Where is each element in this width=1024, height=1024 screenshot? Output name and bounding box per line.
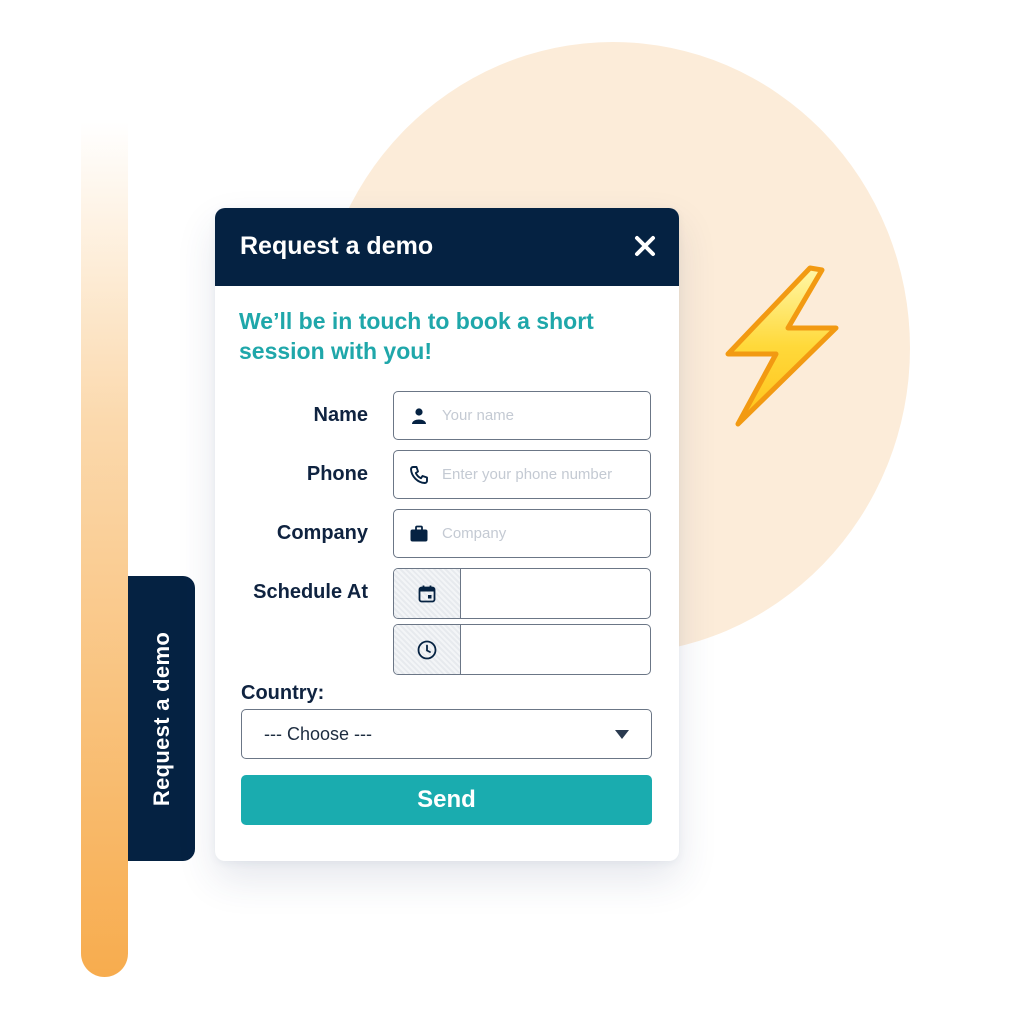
lightning-icon: [725, 265, 839, 427]
modal-header: Request a demo: [215, 208, 679, 286]
phone-input[interactable]: [442, 451, 642, 498]
schedule-label: Schedule At: [253, 581, 368, 603]
company-field-box: [393, 509, 651, 558]
caret-down-icon: [615, 730, 629, 739]
calendar-icon: [418, 585, 436, 603]
company-label: Company: [276, 522, 368, 544]
phone-icon: [410, 466, 428, 484]
name-field-box: [393, 391, 651, 440]
schedule-time-box: [393, 624, 651, 675]
request-demo-modal: Request a demo We’ll be in touch to book…: [215, 208, 679, 861]
intro-text: We’ll be in touch to book a short sessio…: [239, 308, 594, 364]
side-tab-label: Request a demo: [148, 631, 174, 806]
date-input[interactable]: [461, 569, 650, 618]
schedule-date-box: [393, 568, 651, 619]
phone-label: Phone: [306, 463, 368, 485]
send-button[interactable]: Send: [241, 775, 652, 825]
modal-title: Request a demo: [240, 232, 434, 260]
clock-icon: [417, 640, 437, 660]
date-picker-button[interactable]: [394, 569, 461, 618]
time-picker-button[interactable]: [394, 625, 461, 674]
person-icon: [412, 408, 426, 424]
country-label: Country:: [241, 682, 325, 704]
time-input[interactable]: [461, 625, 650, 674]
name-input[interactable]: [442, 392, 642, 439]
close-icon[interactable]: [631, 232, 659, 260]
side-gradient-bar: [81, 122, 128, 977]
request-demo-side-tab[interactable]: Request a demo: [128, 576, 195, 861]
name-label: Name: [313, 404, 368, 426]
country-selected-value: --- Choose ---: [264, 724, 373, 744]
company-input[interactable]: [442, 510, 642, 557]
briefcase-icon: [410, 525, 428, 542]
country-select[interactable]: --- Choose ---: [241, 709, 652, 759]
page: Request a demo Request a demo We’ll be i…: [0, 0, 1024, 1024]
phone-field-box: [393, 450, 651, 499]
